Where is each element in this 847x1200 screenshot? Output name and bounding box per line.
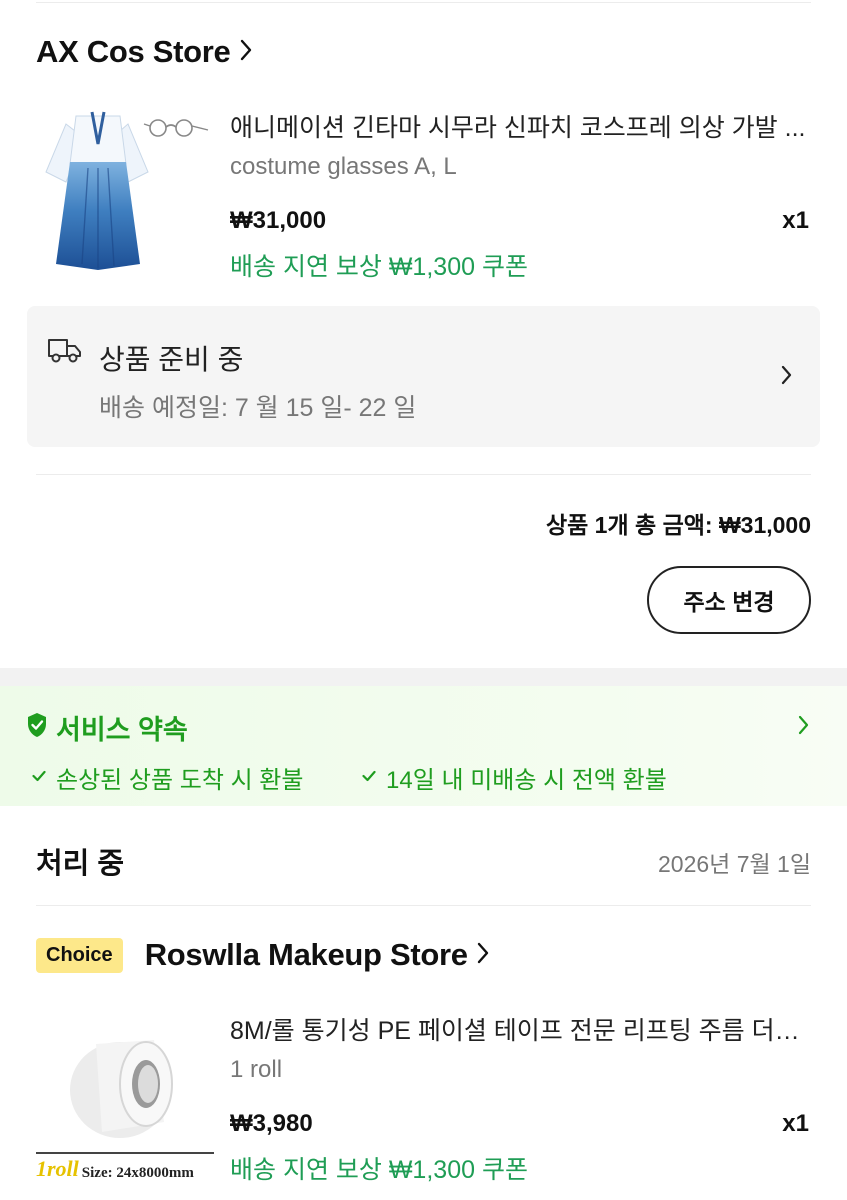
product-thumbnail[interactable] bbox=[36, 104, 216, 284]
product-title[interactable]: 8M/롤 통기성 PE 페이셜 테이프 전문 리프팅 주름 더블... bbox=[230, 1011, 810, 1047]
promise-item-label: 손상된 상품 도착 시 환불 bbox=[56, 767, 304, 794]
product-variant: costume glasses A, L bbox=[230, 153, 457, 180]
image-caption-left: 1roll bbox=[36, 1156, 79, 1181]
promise-item: 14일 내 미배송 시 전액 환불 bbox=[362, 760, 667, 795]
product-variant: 1 roll bbox=[230, 1056, 283, 1083]
order-total: 상품 1개 총 금액: ₩31,000 bbox=[545, 512, 811, 538]
check-icon bbox=[362, 769, 376, 787]
product-title[interactable]: 애니메이션 긴타마 시무라 신파치 코스프레 의상 가발 ... bbox=[230, 108, 810, 144]
chevron-right-icon bbox=[476, 941, 490, 970]
change-address-button[interactable]: 주소 변경 bbox=[647, 566, 811, 634]
product-price: ₩3,980 bbox=[230, 1110, 313, 1137]
top-divider bbox=[36, 2, 811, 3]
truck-icon bbox=[47, 336, 83, 371]
service-promise-header: 서비스 약속 bbox=[26, 708, 188, 747]
section-gap bbox=[0, 668, 847, 686]
service-promise-title: 서비스 약속 bbox=[56, 715, 188, 745]
store-header[interactable]: Choice Roswlla Makeup Store bbox=[36, 937, 490, 973]
shipping-eta: 배송 예정일: 7 월 15 일- 22 일 bbox=[99, 394, 417, 422]
image-caption: 1roll Size: 24x8000mm bbox=[36, 1152, 214, 1182]
shipping-status: 상품 준비 중 bbox=[99, 344, 244, 375]
delay-coupon[interactable]: 배송 지연 보상 ₩1,300 쿠폰 bbox=[230, 1150, 528, 1186]
service-promise-banner[interactable]: 서비스 약속 손상된 상품 도착 시 환불 14일 내 미배송 시 전액 환불 bbox=[0, 686, 847, 806]
divider bbox=[36, 905, 811, 906]
chevron-right-icon bbox=[239, 38, 253, 67]
shipping-status-card[interactable]: 상품 준비 중 배송 예정일: 7 월 15 일- 22 일 bbox=[27, 306, 820, 447]
promise-item: 손상된 상품 도착 시 환불 bbox=[32, 760, 303, 795]
divider bbox=[36, 474, 811, 475]
product-quantity: x1 bbox=[782, 207, 809, 234]
choice-badge: Choice bbox=[36, 937, 123, 973]
shield-check-icon bbox=[26, 712, 48, 743]
chevron-right-icon bbox=[780, 364, 794, 391]
store-name: Roswlla Makeup Store bbox=[144, 937, 468, 972]
check-icon bbox=[32, 769, 46, 787]
product-thumbnail[interactable]: 1roll Size: 24x8000mm bbox=[36, 1010, 214, 1185]
promise-item-label: 14일 내 미배송 시 전액 환불 bbox=[386, 767, 667, 794]
store-header[interactable]: AX Cos Store bbox=[36, 34, 253, 70]
delay-coupon[interactable]: 배송 지연 보상 ₩1,300 쿠폰 bbox=[230, 247, 528, 283]
order-status-title: 처리 중 bbox=[36, 848, 125, 880]
store-name: AX Cos Store bbox=[36, 34, 231, 69]
image-caption-right: Size: 24x8000mm bbox=[81, 1165, 194, 1181]
product-price: ₩31,000 bbox=[230, 207, 327, 234]
product-quantity: x1 bbox=[782, 1110, 809, 1137]
order-date: 2026년 7월 1일 bbox=[657, 851, 811, 877]
chevron-right-icon[interactable] bbox=[797, 714, 811, 741]
